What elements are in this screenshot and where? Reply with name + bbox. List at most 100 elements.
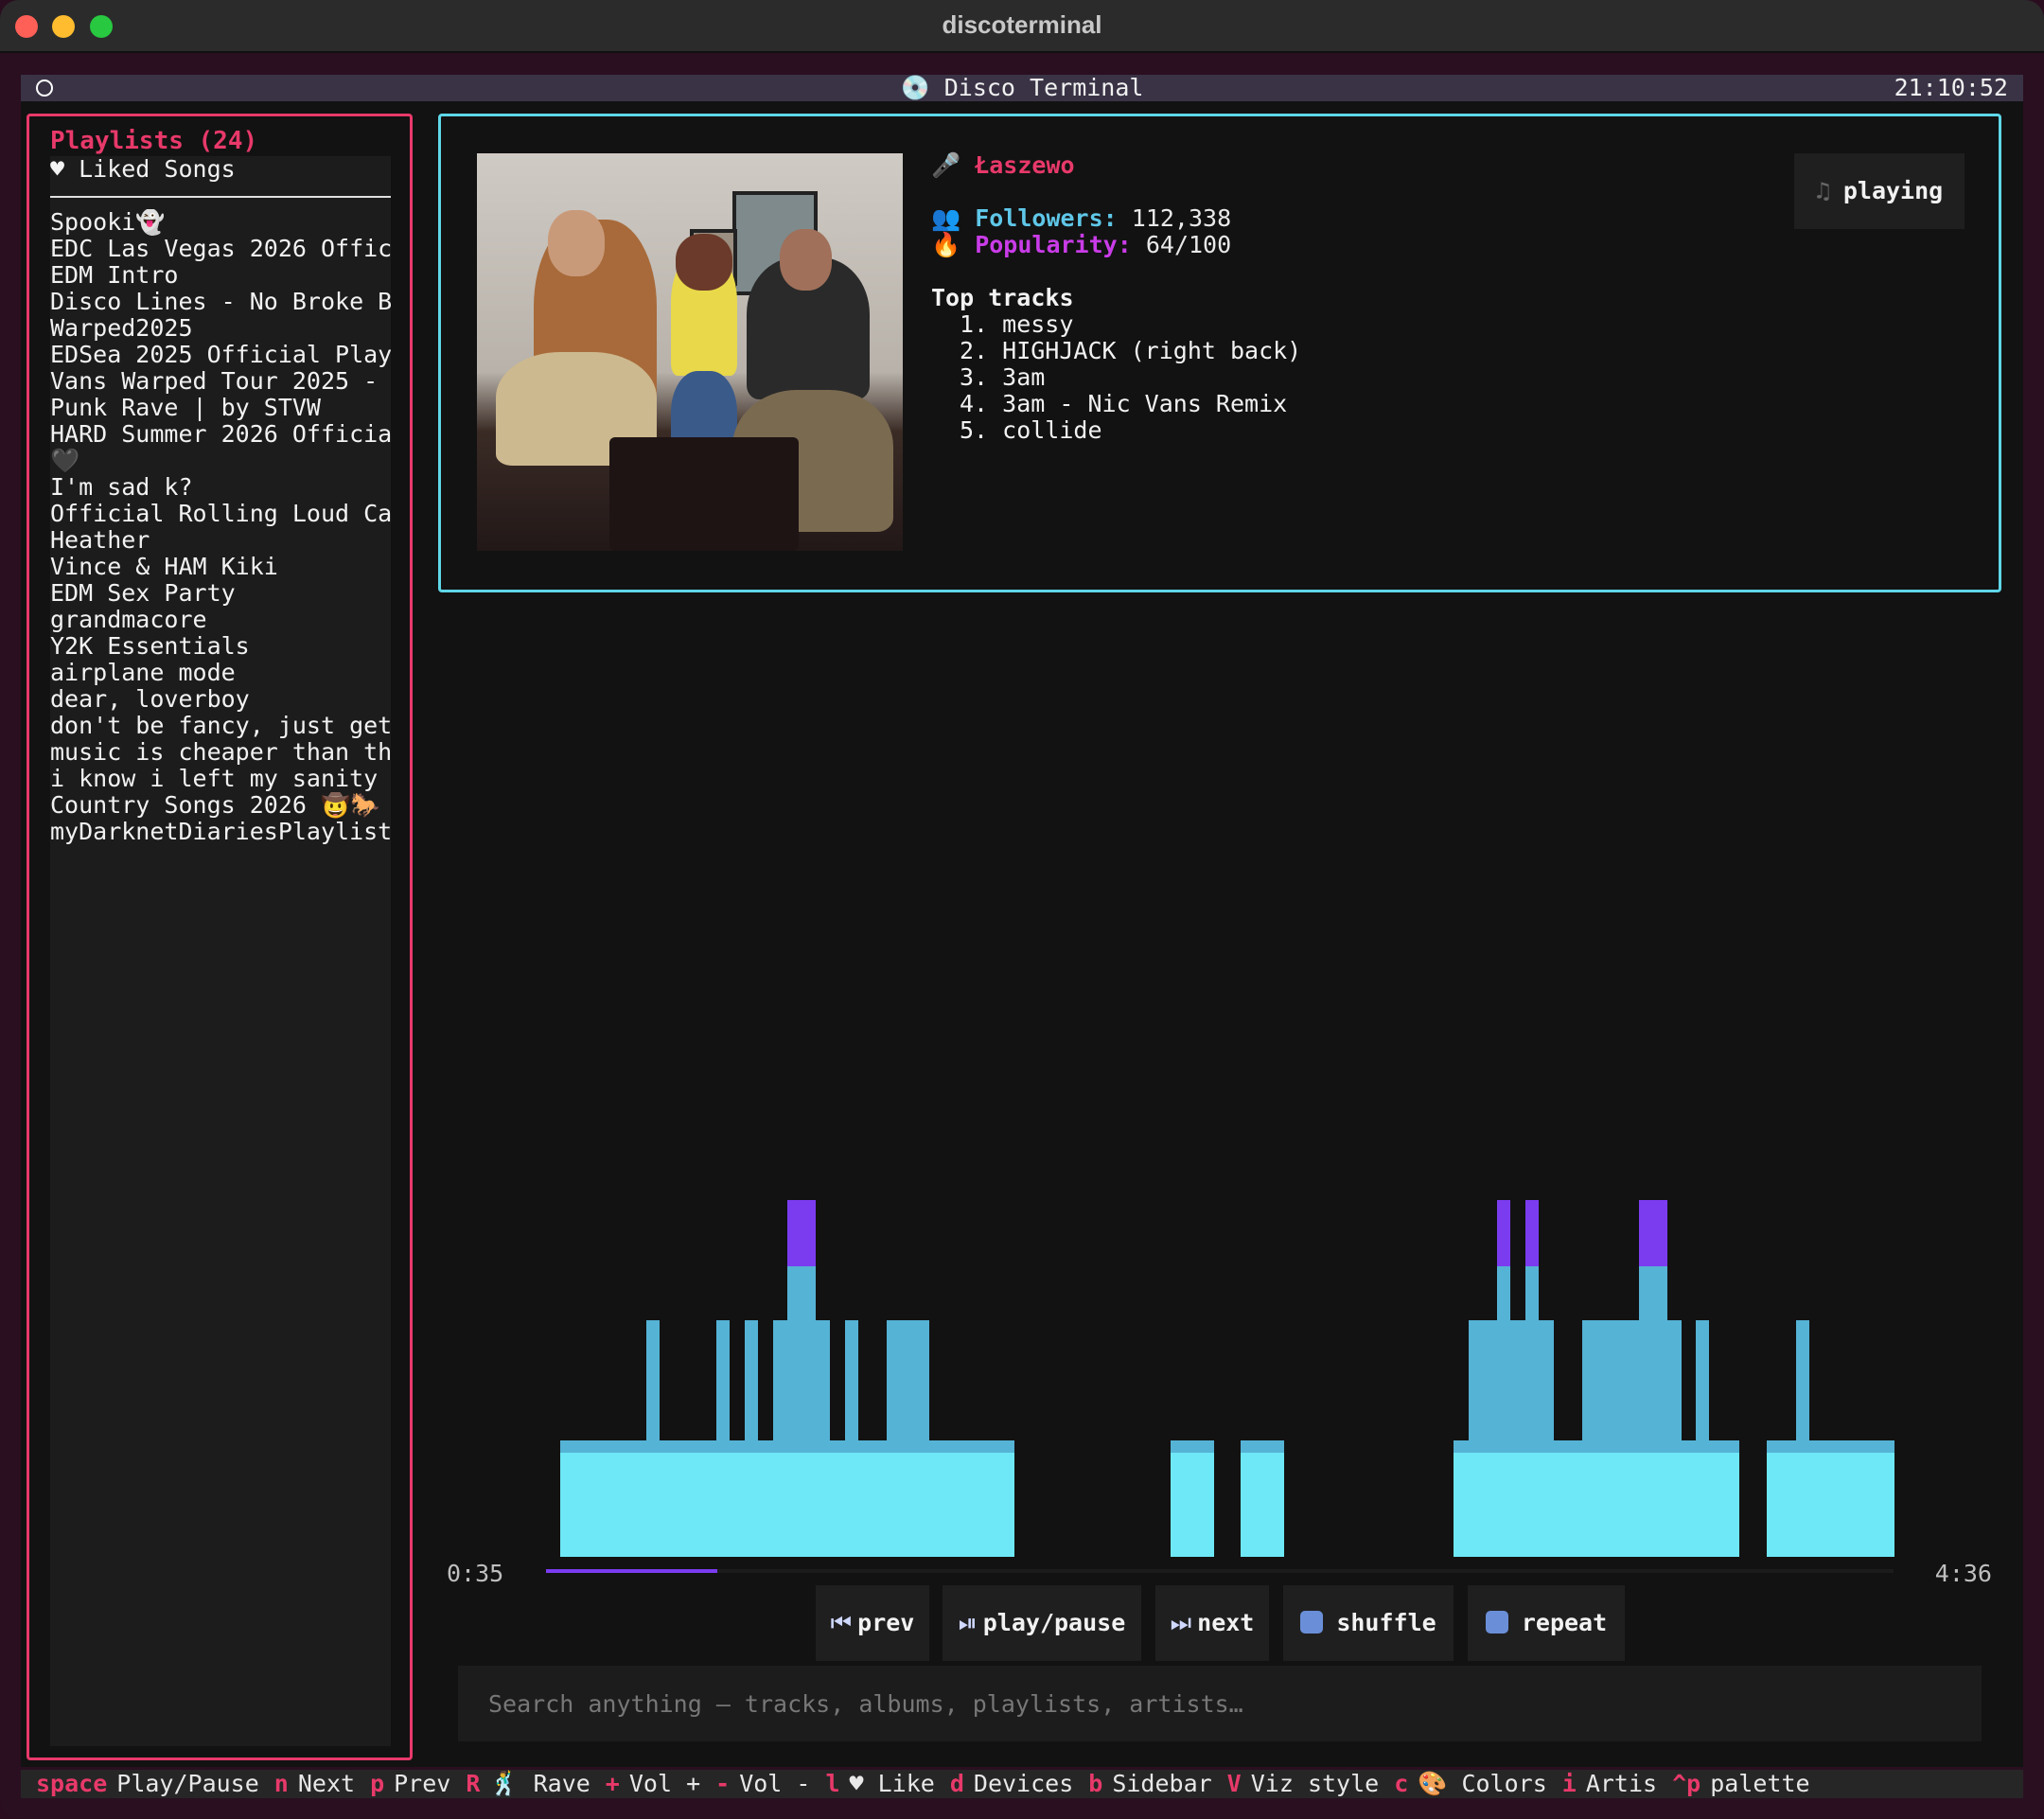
- playlist-item[interactable]: Disco Lines - No Broke B: [50, 289, 391, 315]
- footer-key: n: [273, 1770, 289, 1797]
- footer-action-label: Prev: [394, 1770, 451, 1797]
- prev-button[interactable]: ⏮ prev: [816, 1585, 929, 1661]
- top-track-item[interactable]: 2. HIGHJACK (right back): [931, 338, 1301, 364]
- playlist-item[interactable]: i know i left my sanity: [50, 766, 391, 792]
- playlist-item[interactable]: EDC Las Vegas 2026 Offic: [50, 236, 391, 262]
- repeat-icon: [1485, 1611, 1508, 1634]
- total-duration: 4:36: [1934, 1560, 1992, 1587]
- footer-action-label: ♥ Like: [849, 1770, 935, 1797]
- playlist-item[interactable]: airplane mode: [50, 660, 391, 686]
- playback-status: playing: [1842, 177, 1944, 204]
- artist-image: [477, 153, 903, 551]
- footer-action-label: palette: [1710, 1770, 1810, 1797]
- followers-label: Followers:: [975, 204, 1118, 232]
- playlist-item[interactable]: myDarknetDiariesPlaylist: [50, 819, 391, 845]
- artist-name-row: 🎤 Łaszewo: [931, 152, 1301, 179]
- footer-action-label: Artis: [1585, 1770, 1658, 1797]
- footer-action-label: Sidebar: [1112, 1770, 1212, 1797]
- window-titlebar: discoterminal: [0, 0, 2044, 53]
- sidebar-item-liked-songs[interactable]: ♥ Liked Songs: [50, 156, 391, 198]
- followers-row: 👥 Followers: 112,338: [931, 205, 1301, 232]
- prev-label: prev: [857, 1609, 915, 1636]
- top-track-item[interactable]: 3. 3am: [931, 364, 1301, 391]
- playlist-item[interactable]: grandmacore: [50, 607, 391, 633]
- search-box: [458, 1666, 1982, 1741]
- playlist-item[interactable]: 🖤: [50, 448, 391, 474]
- top-tracks-list: 1. messy 2. HIGHJACK (right back) 3. 3am 4.…: [931, 311, 1301, 444]
- next-label: next: [1197, 1609, 1255, 1636]
- popularity-row: 🔥 Popularity: 64/100: [931, 232, 1301, 258]
- microphone-icon: 🎤: [931, 151, 961, 179]
- playlist-item[interactable]: EDSea 2025 Official Play: [50, 342, 391, 368]
- sidebar-title: Playlists (24): [50, 127, 258, 155]
- playlist-item[interactable]: dear, loverboy: [50, 686, 391, 713]
- playlist-item[interactable]: Vince & HAM Kiki: [50, 554, 391, 580]
- playlist-item[interactable]: Official Rolling Loud Ca: [50, 501, 391, 527]
- play-pause-icon: ⏯: [958, 1609, 978, 1636]
- footer-key: -: [715, 1770, 731, 1797]
- footer-action-label: 🎨 Colors: [1418, 1770, 1547, 1797]
- footer-key: l: [825, 1770, 840, 1797]
- shuffle-icon: [1300, 1611, 1324, 1634]
- repeat-label: repeat: [1521, 1609, 1608, 1636]
- playlist-item[interactable]: EDM Sex Party: [50, 580, 391, 607]
- shuffle-label: shuffle: [1336, 1609, 1436, 1636]
- followers-icon: 👥: [931, 204, 961, 232]
- top-track-item[interactable]: 4. 3am - Nic Vans Remix: [931, 391, 1301, 417]
- footer-key: d: [949, 1770, 964, 1797]
- followers-value: 112,338: [1131, 204, 1232, 232]
- repeat-button[interactable]: repeat: [1468, 1585, 1625, 1661]
- app-title: 💿 Disco Terminal: [900, 74, 1144, 101]
- play-pause-label: play/pause: [982, 1609, 1126, 1636]
- elapsed-time: 0:35: [447, 1560, 504, 1587]
- music-note-icon: ♫: [1815, 177, 1830, 204]
- next-track-icon: ⏭: [1170, 1609, 1192, 1636]
- shuffle-button[interactable]: shuffle: [1283, 1585, 1454, 1661]
- top-tracks-heading: Top tracks: [931, 284, 1074, 311]
- playlist-item[interactable]: Vans Warped Tour 2025 -: [50, 368, 391, 395]
- search-input[interactable]: [458, 1666, 1982, 1741]
- clock: 21:10:52: [1894, 74, 2008, 101]
- app-header: 💿 Disco Terminal 21:10:52: [21, 75, 2023, 101]
- playlist-item[interactable]: Country Songs 2026 🤠🐎: [50, 792, 391, 819]
- top-track-item[interactable]: 1. messy: [931, 311, 1301, 338]
- playlist-item[interactable]: Spooki👻: [50, 209, 391, 236]
- window-title: discoterminal: [942, 10, 1102, 39]
- footer-action-label: Viz style: [1250, 1770, 1380, 1797]
- progress-fill: [546, 1569, 717, 1573]
- top-track-item[interactable]: 5. collide: [931, 417, 1301, 444]
- footer-key: i: [1561, 1770, 1577, 1797]
- playlist-item[interactable]: Punk Rave | by STVW: [50, 395, 391, 421]
- footer-action-label: Vol -: [739, 1770, 811, 1797]
- playlist-item[interactable]: Warped2025: [50, 315, 391, 342]
- footer-key: +: [605, 1770, 620, 1797]
- artist-name[interactable]: Łaszewo: [975, 151, 1074, 179]
- artist-card: 🎤 Łaszewo 👥 Followers: 112,338 🔥 Popular…: [438, 114, 2001, 592]
- artist-info: 🎤 Łaszewo 👥 Followers: 112,338 🔥 Popular…: [931, 152, 1301, 444]
- playlist-item[interactable]: Heather: [50, 527, 391, 554]
- footer-key: b: [1088, 1770, 1103, 1797]
- footer-key: ^p: [1672, 1770, 1701, 1797]
- footer-action-label: Devices: [973, 1770, 1074, 1797]
- playlist-item[interactable]: EDM Intro: [50, 262, 391, 289]
- progress-bar[interactable]: [546, 1569, 1894, 1573]
- next-button[interactable]: ⏭ next: [1155, 1585, 1269, 1661]
- popularity-value: 64/100: [1145, 231, 1232, 258]
- playlist-item[interactable]: HARD Summer 2026 Officia: [50, 421, 391, 448]
- playlist-item[interactable]: I'm sad k?: [50, 474, 391, 501]
- footer-action-label: Next: [297, 1770, 356, 1797]
- footer-action-label: 🕺 Rave: [489, 1770, 590, 1797]
- footer-key: c: [1394, 1770, 1409, 1797]
- playlist-item[interactable]: music is cheaper than th: [50, 739, 391, 766]
- footer-key: V: [1226, 1770, 1242, 1797]
- playlists-sidebar: Playlists (24) ♥ Liked Songs Spooki👻 EDC …: [26, 114, 413, 1760]
- playlist-item[interactable]: don't be fancy, just get: [50, 713, 391, 739]
- playlist-item[interactable]: Y2K Essentials: [50, 633, 391, 660]
- keybinding-footer: space Play/Pause n Next p Prev R 🕺 Rave + Vol + - V…: [21, 1770, 2023, 1798]
- footer-key: p: [370, 1770, 385, 1797]
- playback-status-badge: ♫ playing: [1794, 153, 1965, 229]
- fire-icon: 🔥: [931, 231, 961, 258]
- play-pause-button[interactable]: ⏯ play/pause: [943, 1585, 1141, 1661]
- previous-track-icon: ⏮: [830, 1609, 853, 1636]
- footer-action-label: Vol +: [628, 1770, 701, 1797]
